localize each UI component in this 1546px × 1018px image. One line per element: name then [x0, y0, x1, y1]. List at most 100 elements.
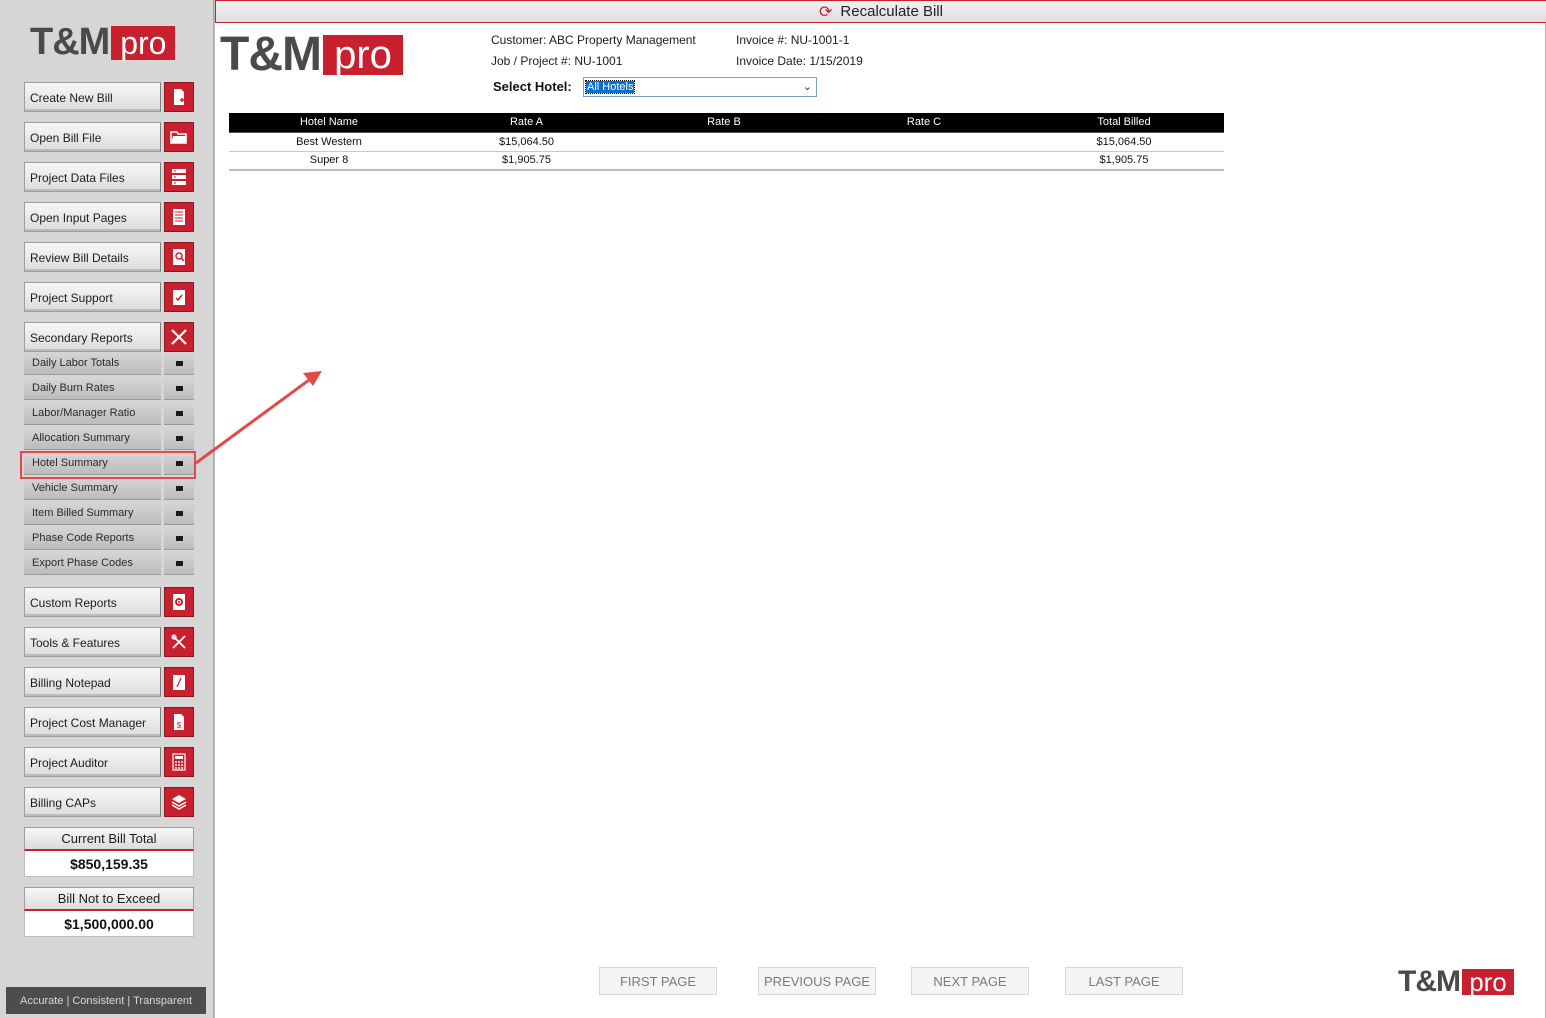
- notepad-icon: [164, 667, 194, 697]
- table-row: Super 8 $1,905.75 $1,905.75: [229, 151, 1224, 171]
- annotation-highlight-box: [20, 451, 196, 479]
- square-bullet-icon: [164, 427, 194, 450]
- previous-page-button[interactable]: PREVIOUS PAGE: [758, 967, 876, 995]
- database-icon: [164, 162, 194, 192]
- vehicle-summary-item[interactable]: Vehicle Summary: [24, 477, 194, 500]
- tools-features-label: Tools & Features: [24, 627, 161, 657]
- main-panel: ⟳ Recalculate Bill T&M pro Customer: ABC…: [214, 0, 1546, 1018]
- project-data-files-button[interactable]: Project Data Files: [24, 162, 194, 192]
- close-icon[interactable]: [164, 322, 194, 352]
- refresh-icon: ⟳: [819, 3, 833, 21]
- next-page-button[interactable]: NEXT PAGE: [911, 967, 1029, 995]
- open-bill-file-label: Open Bill File: [24, 122, 161, 152]
- open-bill-file-button[interactable]: Open Bill File: [24, 122, 194, 152]
- current-bill-total-box: Current Bill Total $850,159.35: [24, 827, 194, 877]
- secondary-reports-button[interactable]: Secondary Reports: [24, 322, 194, 352]
- tools-icon: [164, 627, 194, 657]
- phase-code-reports-item[interactable]: Phase Code Reports: [24, 527, 194, 550]
- square-bullet-icon: [164, 477, 194, 500]
- review-bill-details-button[interactable]: Review Bill Details: [24, 242, 194, 272]
- svg-text:$: $: [177, 721, 182, 730]
- project-support-label: Project Support: [24, 282, 161, 312]
- cell-total-billed: $1,905.75: [1024, 151, 1224, 171]
- job-project-info: Job / Project #: NU-1001: [491, 54, 623, 68]
- cell-total-billed: $15,064.50: [1024, 132, 1224, 152]
- project-support-button[interactable]: Project Support: [24, 282, 194, 312]
- table-header-row: Hotel Name Rate A Rate B Rate C Total Bi…: [229, 113, 1224, 133]
- app-window: T&M pro Create New Bill Open Bill File P…: [0, 0, 1546, 1018]
- folder-open-icon: [164, 122, 194, 152]
- table-row: Best Western $15,064.50 $15,064.50: [229, 132, 1224, 152]
- cell-rate-c: [824, 151, 1024, 171]
- allocation-summary-item[interactable]: Allocation Summary: [24, 427, 194, 450]
- sub-item-label: Daily Labor Totals: [24, 352, 161, 375]
- invoice-number-info: Invoice #: NU-1001-1: [736, 33, 850, 47]
- billing-notepad-label: Billing Notepad: [24, 667, 161, 697]
- bill-not-to-exceed-label: Bill Not to Exceed: [24, 887, 194, 911]
- create-new-bill-label: Create New Bill: [24, 82, 161, 112]
- review-bill-details-label: Review Bill Details: [24, 242, 161, 272]
- logo-tm-text: T&M: [1398, 965, 1461, 998]
- square-bullet-icon: [164, 402, 194, 425]
- sub-item-label: Phase Code Reports: [24, 527, 161, 550]
- logo-pro-text: pro: [111, 25, 176, 61]
- custom-reports-button[interactable]: Custom Reports: [24, 587, 194, 617]
- daily-labor-totals-item[interactable]: Daily Labor Totals: [24, 352, 194, 375]
- current-bill-total-label: Current Bill Total: [24, 827, 194, 851]
- first-page-button[interactable]: FIRST PAGE: [599, 967, 717, 995]
- cell-hotel-name: Best Western: [229, 132, 429, 152]
- daily-burn-rates-item[interactable]: Daily Burn Rates: [24, 377, 194, 400]
- recalculate-bill-button[interactable]: ⟳ Recalculate Bill: [215, 0, 1546, 23]
- select-hotel-label: Select Hotel:: [493, 79, 572, 94]
- square-bullet-icon: [164, 352, 194, 375]
- open-input-pages-button[interactable]: Open Input Pages: [24, 202, 194, 232]
- sidebar-logo: T&M pro: [30, 22, 176, 62]
- checklist-icon: [164, 282, 194, 312]
- hotel-select-value: All Hotels: [584, 80, 636, 94]
- sub-item-label: Export Phase Codes: [24, 552, 161, 575]
- cell-hotel-name: Super 8: [229, 151, 429, 171]
- square-bullet-icon: [164, 377, 194, 400]
- secondary-reports-label: Secondary Reports: [24, 322, 161, 352]
- hotel-summary-table: Hotel Name Rate A Rate B Rate C Total Bi…: [229, 113, 1224, 171]
- tagline: Accurate | Consistent | Transparent: [6, 987, 206, 1014]
- export-phase-codes-item[interactable]: Export Phase Codes: [24, 552, 194, 575]
- customer-info: Customer: ABC Property Management: [491, 33, 696, 47]
- col-hotel-name: Hotel Name: [229, 113, 429, 133]
- item-billed-summary-item[interactable]: Item Billed Summary: [24, 502, 194, 525]
- billing-caps-button[interactable]: Billing CAPs: [24, 787, 194, 817]
- labor-manager-ratio-item[interactable]: Labor/Manager Ratio: [24, 402, 194, 425]
- cell-rate-b: [624, 151, 824, 171]
- project-cost-manager-button[interactable]: Project Cost Manager $: [24, 707, 194, 737]
- bill-not-to-exceed-box: Bill Not to Exceed $1,500,000.00: [24, 887, 194, 937]
- last-page-button[interactable]: LAST PAGE: [1065, 967, 1183, 995]
- cell-rate-b: [624, 132, 824, 152]
- square-bullet-icon: [164, 552, 194, 575]
- create-new-bill-button[interactable]: Create New Bill: [24, 82, 194, 112]
- open-input-pages-label: Open Input Pages: [24, 202, 161, 232]
- sub-item-label: Labor/Manager Ratio: [24, 402, 161, 425]
- project-auditor-button[interactable]: Project Auditor: [24, 747, 194, 777]
- header-logo: T&M pro: [220, 28, 403, 81]
- sidebar: T&M pro Create New Bill Open Bill File P…: [0, 0, 214, 1018]
- current-bill-total-value: $850,159.35: [24, 851, 194, 877]
- square-bullet-icon: [164, 527, 194, 550]
- project-cost-manager-label: Project Cost Manager: [24, 707, 161, 737]
- dollar-document-icon: $: [164, 707, 194, 737]
- recalculate-bill-label: Recalculate Bill: [840, 3, 943, 20]
- hotel-select-dropdown[interactable]: All Hotels ⌄: [583, 77, 817, 97]
- sub-item-label: Daily Burn Rates: [24, 377, 161, 400]
- gear-document-icon: [164, 587, 194, 617]
- new-document-icon: [164, 82, 194, 112]
- chevron-down-icon[interactable]: ⌄: [803, 80, 812, 93]
- custom-reports-label: Custom Reports: [24, 587, 161, 617]
- billing-notepad-button[interactable]: Billing Notepad: [24, 667, 194, 697]
- footer-logo: T&M pro: [1398, 966, 1514, 998]
- bill-not-to-exceed-value: $1,500,000.00: [24, 911, 194, 937]
- logo-tm-text: T&M: [220, 28, 322, 81]
- sub-item-label: Allocation Summary: [24, 427, 161, 450]
- cell-rate-a: $1,905.75: [429, 151, 624, 171]
- tools-features-button[interactable]: Tools & Features: [24, 627, 194, 657]
- list-icon: [164, 202, 194, 232]
- col-rate-c: Rate C: [824, 113, 1024, 133]
